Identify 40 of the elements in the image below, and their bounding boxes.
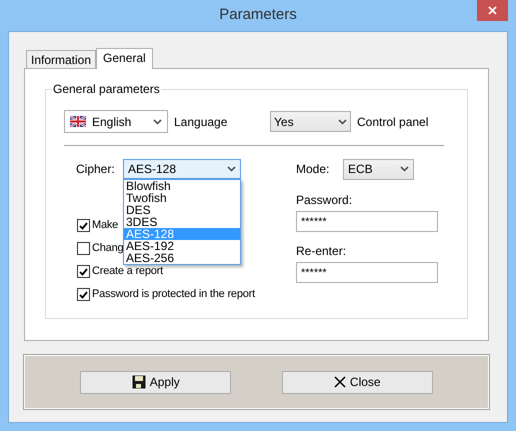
cipher-option[interactable]: Twofish xyxy=(124,192,240,204)
checkbox-label: Password is protected in the report xyxy=(92,288,255,301)
mode-select[interactable]: ECB xyxy=(343,158,414,180)
tab[interactable]: Information xyxy=(26,50,96,68)
checkbox-label: Create a report xyxy=(92,265,163,278)
chevron-icon xyxy=(400,166,409,172)
cipher-label: Cipher: xyxy=(76,161,116,178)
group-title: General parameters xyxy=(52,82,161,96)
mode-label: Mode: xyxy=(296,161,330,178)
control-panel-label: Control panel xyxy=(357,114,428,130)
chevron-icon xyxy=(153,118,162,124)
cipher-option[interactable]: DES xyxy=(124,204,240,216)
checkbox-label: Chang xyxy=(92,242,124,255)
re-enter-field[interactable]: ****** xyxy=(296,262,438,283)
control-panel-select[interactable]: Yes xyxy=(270,111,351,132)
cipher-select[interactable]: AES-128 xyxy=(123,159,241,179)
re-enter-label: Re-enter: xyxy=(296,244,348,258)
checkbox-label: Make xyxy=(92,219,118,232)
close-button[interactable] xyxy=(477,0,508,21)
password-label: Password: xyxy=(296,193,354,207)
flag-icon xyxy=(70,116,86,127)
password-field[interactable]: ****** xyxy=(296,211,438,232)
cipher-option[interactable]: Blowfish xyxy=(124,180,240,192)
checkbox[interactable] xyxy=(77,219,90,232)
checkbox[interactable] xyxy=(77,265,90,278)
tab[interactable]: General xyxy=(96,48,153,69)
chevron-icon xyxy=(227,166,236,172)
checkbox[interactable] xyxy=(77,242,90,255)
close-button[interactable]: Close xyxy=(282,370,433,394)
checkbox[interactable] xyxy=(77,288,90,301)
language-select[interactable]: English xyxy=(64,110,168,133)
cipher-option[interactable]: AES-256 xyxy=(124,252,240,264)
close-icon xyxy=(488,6,497,15)
chevron-icon xyxy=(338,118,347,124)
cipher-option[interactable]: 3DES xyxy=(124,216,240,228)
language-label: Language xyxy=(174,114,228,130)
window-title: Parameters xyxy=(219,5,297,26)
cipher-option[interactable]: AES-192 xyxy=(124,240,240,252)
close-icon xyxy=(334,376,346,388)
apply-button[interactable]: Apply xyxy=(80,370,232,394)
